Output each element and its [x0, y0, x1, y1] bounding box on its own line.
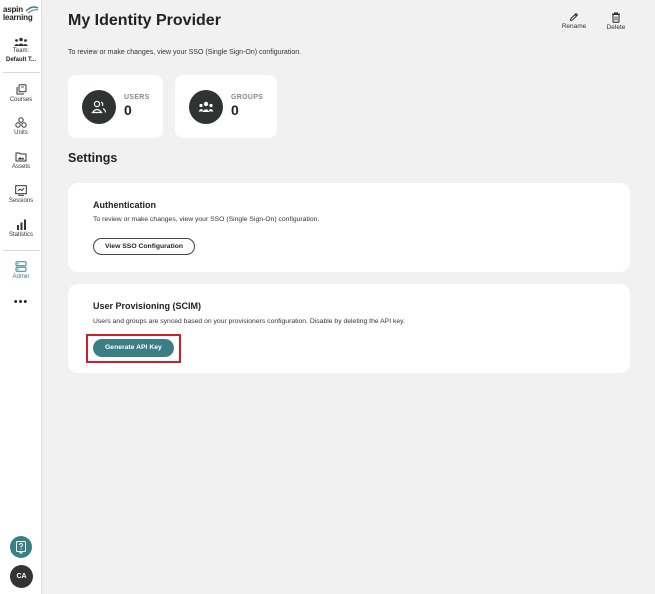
- aspin-logo[interactable]: aspin learning: [3, 6, 39, 24]
- authentication-card: Authentication To review or make changes…: [68, 183, 630, 272]
- sidebar-divider: [3, 72, 40, 73]
- users-stat-card[interactable]: USERS 0: [68, 75, 163, 138]
- user-provisioning-description: Users and groups are synced based on you…: [93, 318, 405, 325]
- help-icon: [16, 541, 26, 555]
- sidebar-item-units[interactable]: Units: [0, 117, 42, 137]
- units-icon: [15, 117, 27, 128]
- view-sso-configuration-button[interactable]: View SSO Configuration: [93, 238, 196, 255]
- sidebar-item-courses[interactable]: Courses: [0, 84, 42, 104]
- more-menu-button[interactable]: •••: [0, 297, 42, 308]
- sidebar-divider: [3, 250, 40, 251]
- sidebar-item-label: Courses: [9, 97, 33, 103]
- delete-button[interactable]: Delete: [599, 12, 633, 31]
- logo-text-bottom: learning: [3, 13, 33, 22]
- trash-icon: [612, 12, 620, 23]
- rename-label: Rename: [561, 23, 587, 30]
- logo-swoosh-icon: [25, 6, 39, 14]
- pencil-icon: [569, 12, 579, 22]
- groups-stat-card[interactable]: GROUPS 0: [175, 75, 277, 138]
- users-icon: [91, 100, 107, 114]
- delete-label: Delete: [606, 24, 626, 31]
- sessions-icon: [15, 185, 27, 196]
- team-selector[interactable]: Team: Default T...: [0, 37, 42, 64]
- sidebar-item-statistics[interactable]: Statistics: [0, 219, 42, 239]
- page-subtitle: To review or make changes, view your SSO…: [68, 49, 302, 56]
- groups-stat-value: 0: [231, 102, 239, 118]
- statistics-icon: [16, 219, 26, 230]
- users-stat-value: 0: [124, 102, 132, 118]
- assets-icon: [15, 152, 27, 162]
- groups-stat-label: GROUPS: [231, 94, 264, 101]
- admin-icon: [15, 261, 27, 272]
- authentication-title: Authentication: [93, 200, 156, 210]
- groups-icon: [198, 101, 214, 112]
- page-title: My Identity Provider: [68, 12, 221, 29]
- rename-button[interactable]: Rename: [557, 12, 591, 30]
- team-label: Team:: [12, 48, 30, 54]
- sidebar-item-assets[interactable]: Assets: [0, 151, 42, 171]
- highlight-box: [86, 334, 181, 363]
- team-name: Default T...: [5, 57, 36, 63]
- groups-icon-circle: [189, 90, 223, 124]
- settings-heading: Settings: [68, 151, 118, 165]
- users-icon-circle: [82, 90, 116, 124]
- sidebar: aspin learning Team: Default T... Course…: [0, 0, 42, 594]
- help-button[interactable]: [10, 536, 32, 558]
- courses-icon: [16, 84, 26, 95]
- sidebar-item-label: Sessions: [8, 198, 34, 204]
- sidebar-item-label: Assets: [11, 164, 30, 170]
- sidebar-item-sessions[interactable]: Sessions: [0, 185, 42, 205]
- sidebar-item-admin[interactable]: Admin: [0, 261, 42, 281]
- team-icon: [14, 37, 28, 46]
- sidebar-item-label: Admin: [12, 274, 30, 280]
- users-stat-label: USERS: [124, 94, 150, 101]
- user-avatar[interactable]: CA: [10, 565, 33, 588]
- user-provisioning-title: User Provisioning (SCIM): [93, 301, 202, 311]
- sidebar-item-label: Units: [14, 130, 28, 136]
- authentication-description: To review or make changes, view your SSO…: [93, 216, 320, 223]
- sidebar-item-label: Statistics: [8, 232, 33, 238]
